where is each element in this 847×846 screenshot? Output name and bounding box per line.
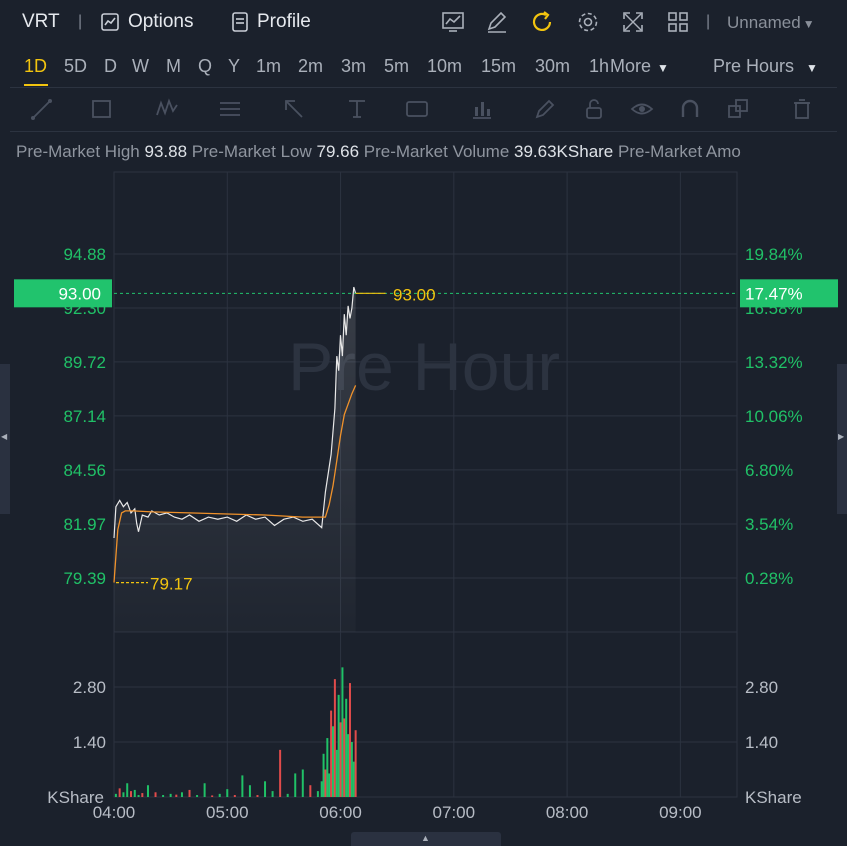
volume-bar (137, 795, 140, 797)
volume-bar (348, 683, 351, 797)
volume-bar (271, 791, 274, 797)
volume-bar (335, 749, 338, 797)
time-tick-label: 06:00 (319, 803, 362, 822)
volume-bar (331, 726, 334, 797)
volume-bar (180, 792, 183, 797)
percent-tick-label: 19.84% (745, 245, 803, 264)
volume-bar (241, 775, 244, 797)
current-price-badge-label: 93.00 (58, 284, 101, 303)
price-chart[interactable]: Pre Hour 94.88 19.84%92.30 16.58%89.72 13.3… (0, 0, 847, 846)
volume-bar (343, 718, 346, 797)
current-price-marker-label: 93.00 (393, 285, 436, 304)
volume-bar (226, 789, 229, 797)
volume-bar (337, 694, 340, 797)
volume-bar (218, 793, 221, 797)
volume-bar (333, 679, 336, 797)
left-panel-toggle[interactable]: ◀ (0, 364, 10, 514)
right-panel-toggle[interactable]: ▶ (837, 364, 847, 514)
volume-bar (320, 781, 323, 797)
percent-tick-label: 10.06% (745, 407, 803, 426)
volume-bar (169, 793, 172, 797)
volume-bar (188, 789, 191, 797)
price-tick-label: 89.72 (63, 353, 106, 372)
volume-bar (326, 738, 329, 797)
volume-bar (146, 785, 149, 797)
volume-bar (330, 710, 333, 797)
time-tick-label: 07:00 (433, 803, 476, 822)
low-marker-label: 79.17 (150, 575, 193, 594)
price-line (113, 286, 357, 539)
percent-tick-label: 0.28% (745, 569, 793, 588)
price-tick-label: 81.97 (63, 515, 106, 534)
time-tick-label: 08:00 (546, 803, 589, 822)
volume-bar (341, 667, 344, 797)
time-tick-label: 04:00 (93, 803, 136, 822)
volume-bar (352, 761, 355, 797)
volume-bar (294, 773, 297, 797)
volume-bar (133, 789, 136, 797)
volume-bar (286, 793, 289, 797)
volume-bar (256, 795, 259, 797)
price-tick-label: 84.56 (63, 461, 106, 480)
volume-bar (126, 783, 129, 797)
volume-bar (162, 795, 165, 797)
volume-tick-label-right: 1.40 (745, 733, 778, 752)
volume-bar (264, 781, 267, 797)
volume-bar (347, 734, 350, 797)
current-percent-badge-label: 17.47% (745, 284, 803, 303)
volume-tick-label: 1.40 (73, 733, 106, 752)
volume-bar (324, 769, 327, 797)
volume-bar (339, 722, 342, 797)
volume-bar (279, 749, 282, 797)
chevron-right-icon: ▶ (838, 432, 845, 441)
volume-bar (211, 795, 214, 797)
volume-bar (316, 791, 319, 797)
chart-grid (113, 171, 738, 798)
time-tick-label: 05:00 (206, 803, 249, 822)
price-tick-label: 87.14 (63, 407, 106, 426)
percent-tick-label: 3.54% (745, 515, 793, 534)
price-tick-label: 79.39 (63, 569, 106, 588)
volume-bar (129, 791, 132, 797)
volume-bar (301, 769, 304, 797)
volume-bar (248, 785, 251, 797)
chevron-up-icon: ▲ (421, 833, 430, 843)
volume-bar (328, 773, 331, 797)
volume-bar (118, 788, 121, 797)
volume-unit-label-right: KShare (745, 788, 802, 807)
volume-tick-label-right: 2.80 (745, 678, 778, 697)
volume-bar (309, 785, 312, 797)
volume-bar (322, 753, 325, 797)
time-tick-label: 09:00 (659, 803, 702, 822)
price-tick-label: 94.88 (63, 245, 106, 264)
chevron-left-icon: ◀ (1, 432, 8, 441)
volume-bar (196, 795, 199, 797)
volume-bar (354, 730, 357, 797)
volume-bar (122, 792, 125, 797)
plot-border (113, 171, 738, 798)
percent-tick-label: 6.80% (745, 461, 793, 480)
volume-bar (345, 698, 348, 797)
volume-bar (154, 792, 157, 797)
volume-tick-label: 2.80 (73, 678, 106, 697)
volume-bar (233, 795, 236, 797)
percent-tick-label: 13.32% (745, 353, 803, 372)
volume-bar (114, 793, 117, 797)
watermark-text: Pre Hour (288, 329, 560, 405)
volume-bar (141, 793, 144, 797)
bottom-panel-toggle[interactable]: ▲ (351, 832, 501, 846)
volume-bar (203, 783, 206, 797)
volume-bar (175, 794, 178, 797)
volume-bar (350, 742, 353, 797)
